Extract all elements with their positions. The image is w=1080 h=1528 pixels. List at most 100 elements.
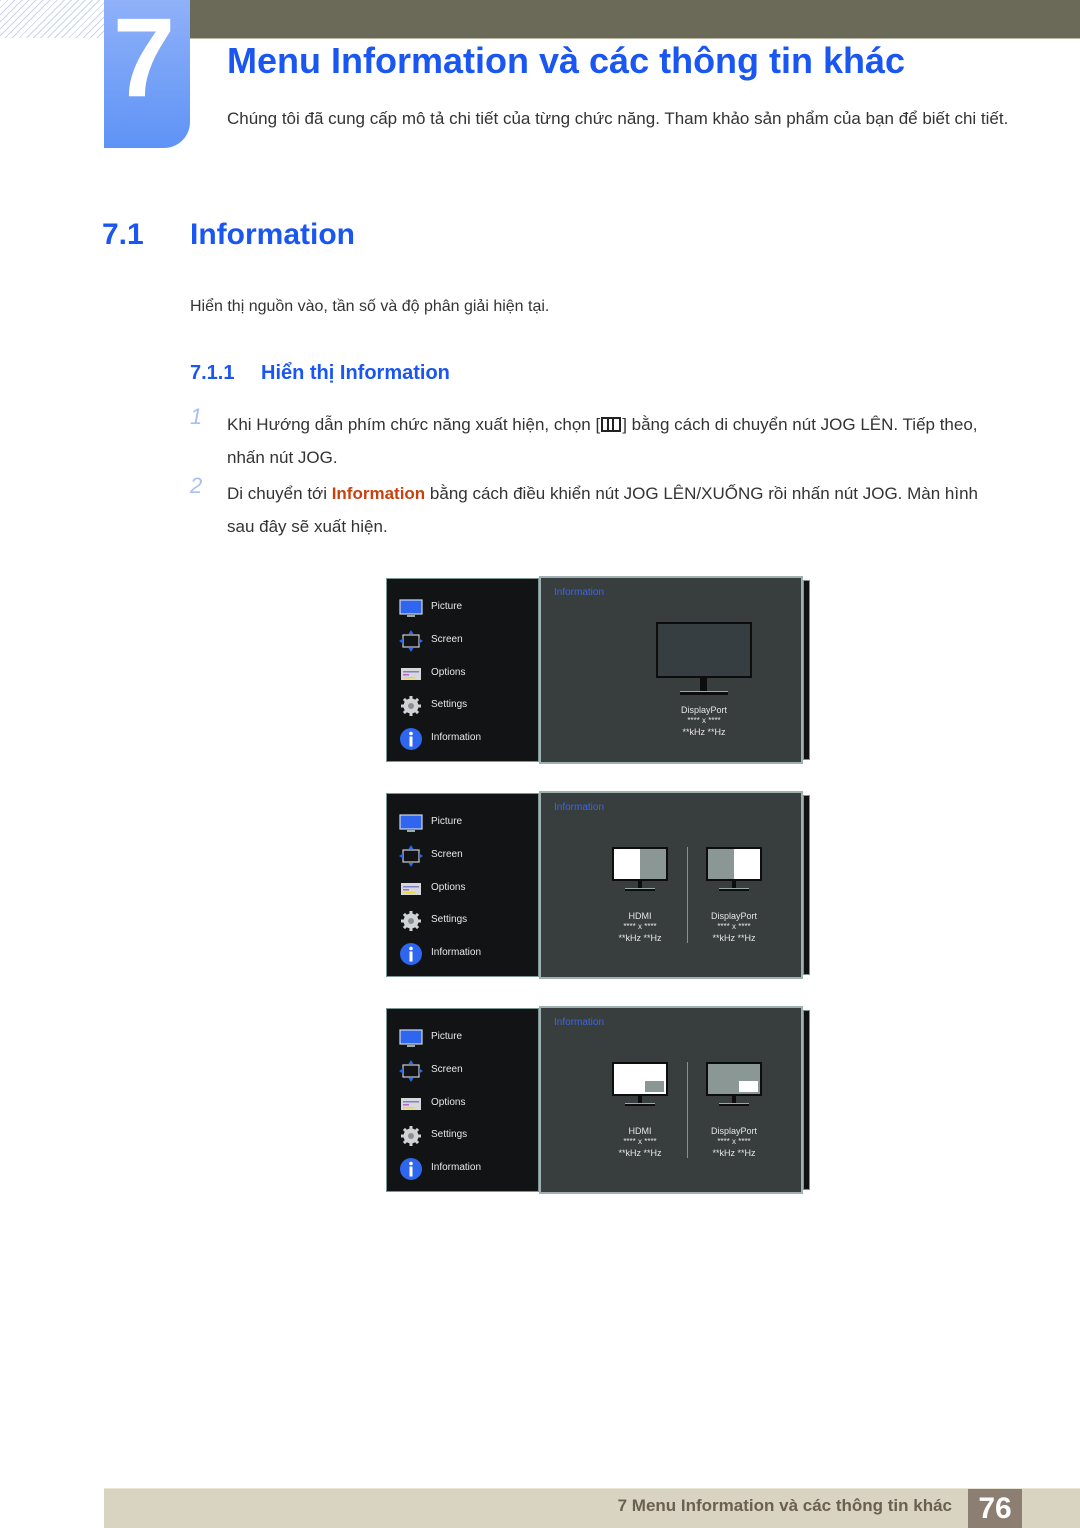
menu-item-information[interactable]: Information	[397, 726, 537, 752]
page-footer: 7 Menu Information và các thông tin khác…	[104, 1488, 1080, 1528]
menu-item-label: Options	[431, 667, 466, 678]
options-icon	[401, 1098, 421, 1110]
information-panel: Information HDMI **** x **** **kHz **Hz …	[539, 1006, 803, 1194]
chapter-intro: Chúng tôi đã cung cấp mô tả chi tiết của…	[227, 109, 1009, 128]
panel-title: Information	[554, 587, 605, 598]
step-text: Di chuyển tới Information bằng cách điều…	[227, 477, 987, 543]
section-number: 7.1	[102, 218, 144, 251]
source-name: DisplayPort	[710, 1126, 757, 1136]
information-panel: Information HDMI **** x **** **kHz **Hz …	[539, 791, 803, 979]
options-icon	[401, 883, 421, 895]
menu-item-label: Screen	[431, 1064, 463, 1075]
menu-item-label: Picture	[431, 816, 463, 827]
section-title: Information	[190, 218, 355, 251]
osd-screenshot-pbp: Picture Screen Options Settings Informat…	[386, 791, 810, 981]
menu-item-screen[interactable]: Screen	[397, 843, 537, 869]
step-number: 2	[190, 473, 203, 498]
menu-item-label: Information	[431, 947, 482, 958]
source-frequency: **kHz **Hz	[682, 727, 726, 737]
menu-item-label: Settings	[431, 914, 468, 925]
gear-icon	[401, 911, 421, 931]
chapter-number: 7	[112, 0, 176, 120]
menu-item-label: Settings	[431, 1129, 468, 1140]
menu-item-label: Picture	[431, 601, 463, 612]
page-number: 76	[968, 1489, 1022, 1528]
osd-screenshot-pip: Picture Screen Options Settings Informat…	[386, 1006, 810, 1196]
decorative-hatch	[0, 0, 104, 38]
source-divider	[687, 847, 688, 943]
menu-item-screen[interactable]: Screen	[397, 628, 537, 654]
step-text: Khi Hướng dẫn phím chức năng xuất hiện, …	[227, 408, 987, 474]
information-panel: Information DisplayPort **** x **** **kH…	[539, 576, 803, 764]
step-text-part: Khi Hướng dẫn phím chức năng xuất hiện, …	[227, 415, 601, 434]
menu-item-label: Information	[431, 732, 482, 743]
step-text-part: Di chuyển tới	[227, 484, 332, 503]
menu-item-information[interactable]: Information	[397, 941, 537, 967]
source-frequency: **kHz **Hz	[712, 933, 756, 943]
source-info-hdmi: HDMI **** x **** **kHz **Hz	[595, 910, 685, 944]
info-icon	[400, 1158, 422, 1180]
source-divider	[687, 1062, 688, 1158]
osd-menu: Picture Screen Options Settings Informat…	[386, 578, 539, 762]
source-frequency: **kHz **Hz	[712, 1148, 756, 1158]
info-icon	[400, 943, 422, 965]
osd-menu: Picture Screen Options Settings Informat…	[386, 1008, 539, 1192]
source-name: HDMI	[628, 911, 652, 921]
menu-item-label: Options	[431, 882, 466, 893]
source-resolution: **** x ****	[717, 922, 751, 931]
source-name: DisplayPort	[680, 705, 727, 715]
footer-chapter-title: 7 Menu Information và các thông tin khác	[617, 1496, 952, 1515]
step-number: 1	[190, 404, 203, 429]
menu-item-label: Settings	[431, 699, 468, 710]
source-info-displayport: DisplayPort **** x **** **kHz **Hz	[689, 910, 779, 944]
source-info-displayport: DisplayPort **** x **** **kHz **Hz	[689, 1125, 779, 1159]
panel-title: Information	[554, 802, 605, 813]
gear-icon	[401, 696, 421, 716]
source-frequency: **kHz **Hz	[618, 933, 662, 943]
chapter-number-badge: 7	[104, 0, 190, 148]
menu-item-label: Screen	[431, 849, 463, 860]
info-icon	[400, 728, 422, 750]
osd-menu: Picture Screen Options Settings Informat…	[386, 793, 539, 977]
menu-grid-icon	[601, 417, 622, 432]
gear-icon	[401, 1126, 421, 1146]
source-frequency: **kHz **Hz	[618, 1148, 662, 1158]
panel-edge	[803, 580, 810, 760]
source-resolution: **** x ****	[717, 1137, 751, 1146]
panel-title: Information	[554, 1017, 605, 1028]
menu-item-screen[interactable]: Screen	[397, 1058, 537, 1084]
source-resolution: **** x ****	[623, 922, 657, 931]
menu-item-label: Picture	[431, 1031, 463, 1042]
monitor-icon	[399, 814, 423, 832]
panel-edge	[803, 1010, 810, 1190]
menu-item-picture[interactable]: Picture	[397, 1025, 537, 1051]
menu-item-picture[interactable]: Picture	[397, 810, 537, 836]
menu-item-settings[interactable]: Settings	[397, 908, 537, 934]
screen-arrows-icon	[399, 1060, 423, 1082]
menu-item-options[interactable]: Options	[397, 876, 537, 902]
menu-item-label: Options	[431, 1097, 466, 1108]
menu-item-label: Information	[431, 1162, 482, 1173]
menu-item-picture[interactable]: Picture	[397, 595, 537, 621]
source-info-hdmi: HDMI **** x **** **kHz **Hz	[595, 1125, 685, 1159]
chapter-title: Menu Information và các thông tin khác	[227, 40, 906, 81]
subsection-title: Hiển thị Information	[261, 362, 450, 384]
chapter-header-bar	[190, 0, 1080, 39]
source-resolution: **** x ****	[687, 716, 721, 725]
source-info: DisplayPort **** x **** **kHz **Hz	[651, 704, 757, 738]
monitor-icon	[399, 599, 423, 617]
screen-arrows-icon	[399, 630, 423, 652]
osd-screenshot-single: Picture Screen Options Settings Informat…	[386, 576, 810, 766]
menu-item-settings[interactable]: Settings	[397, 1123, 537, 1149]
menu-item-information[interactable]: Information	[397, 1156, 537, 1182]
screen-arrows-icon	[399, 845, 423, 867]
menu-item-label: Screen	[431, 634, 463, 645]
menu-item-options[interactable]: Options	[397, 1091, 537, 1117]
menu-item-settings[interactable]: Settings	[397, 693, 537, 719]
subsection-number: 7.1.1	[190, 362, 235, 384]
source-resolution: **** x ****	[623, 1137, 657, 1146]
panel-edge	[803, 795, 810, 975]
menu-item-options[interactable]: Options	[397, 661, 537, 687]
highlight-information: Information	[331, 484, 426, 503]
source-name: HDMI	[628, 1126, 652, 1136]
